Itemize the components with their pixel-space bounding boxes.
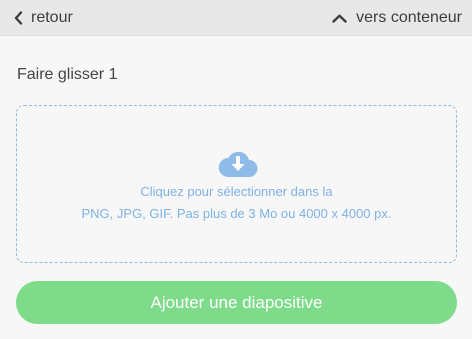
top-navigation-bar: retour vers conteneur	[0, 0, 472, 36]
to-container-button[interactable]: vers conteneur	[332, 0, 462, 36]
slide-title: Faire glisser 1	[17, 66, 118, 83]
to-container-label: vers conteneur	[356, 9, 462, 26]
image-upload-dropzone[interactable]: Cliquez pour sélectionner dans la PNG, J…	[16, 105, 457, 263]
cloud-download-icon	[216, 147, 260, 179]
upload-constraints: PNG, JPG, GIF. Pas plus de 3 Mo ou 4000 …	[81, 206, 392, 221]
upload-instruction: Cliquez pour sélectionner dans la	[140, 184, 333, 199]
chevron-left-icon	[14, 11, 31, 25]
chevron-up-icon	[332, 14, 356, 23]
add-slide-button[interactable]: Ajouter une diapositive	[16, 281, 457, 324]
back-label: retour	[31, 9, 73, 26]
back-button[interactable]: retour	[14, 0, 73, 36]
